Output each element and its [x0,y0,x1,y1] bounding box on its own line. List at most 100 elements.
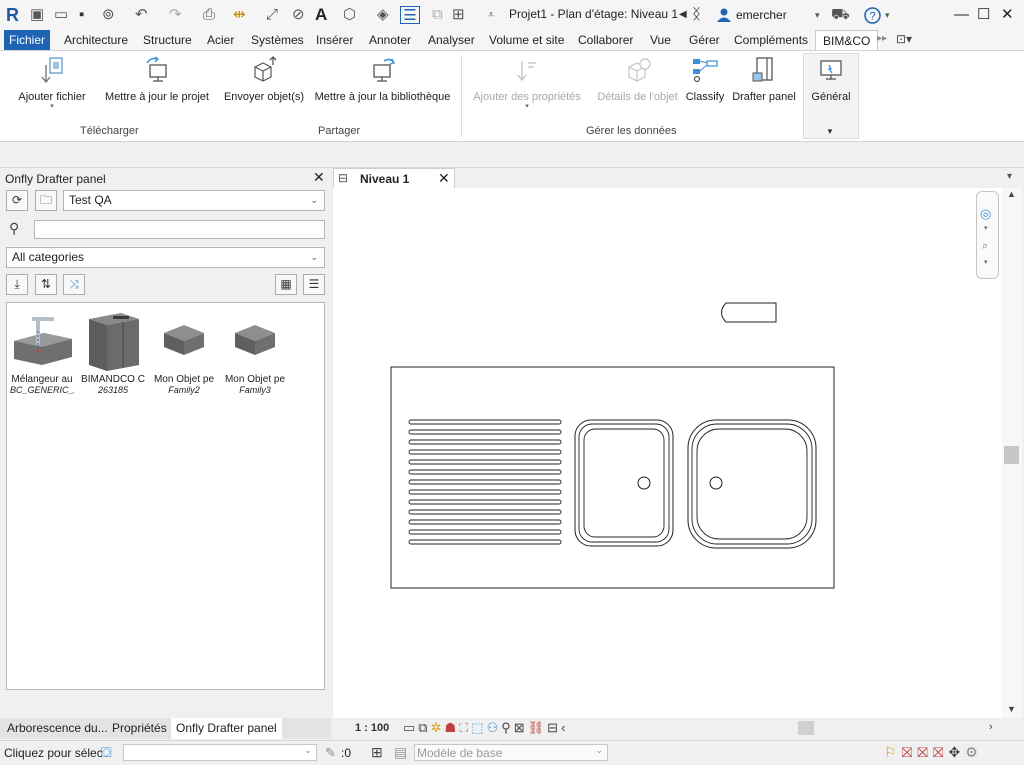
classify-button[interactable]: Classify [684,55,726,125]
tab-architecture[interactable]: Architecture [64,30,128,50]
scroll-right-icon[interactable]: › [989,721,993,733]
drag-on-select-icon[interactable]: ✥ [949,744,966,760]
section-icon[interactable]: ◈ [377,6,389,24]
analysis-icon[interactable]: ⊠ [514,720,528,735]
close-window-icon[interactable]: ✕ [1001,6,1014,24]
customize-qa-icon[interactable]: ⩡ [488,6,494,24]
sync-icon[interactable]: ⊚ [102,6,115,24]
maximize-icon[interactable]: ☐ [977,6,990,24]
revit-logo[interactable]: R [6,6,19,24]
steering-wheel-icon[interactable]: ◎ [980,206,991,222]
open-icon[interactable]: ▭ [54,6,68,24]
cart-icon[interactable]: ⛟ [831,6,850,24]
tab-collaborer[interactable]: Collaborer [578,30,633,50]
tab-volume-et-site[interactable]: Volume et site [489,30,564,50]
reveal-hidden-icon[interactable]: ⚲ [501,720,514,735]
panel-toggle-icon[interactable]: ⊡▾ [896,32,912,46]
print-icon[interactable]: ⎙ [203,6,215,24]
view-controls-overflow-icon[interactable]: ‹ [561,720,568,735]
download-button[interactable]: ⤓ [6,274,28,295]
general-expand-icon[interactable]: ▼ [826,127,834,136]
view-menu-icon[interactable]: ▾ [1007,171,1012,182]
view-tab-niveau-1[interactable]: ⊟ Niveau 1 ✕ [333,168,455,188]
tab-analyser[interactable]: Analyser [428,30,475,50]
object-tile[interactable]: Mon Objet pe Family2 [151,311,217,395]
mettre-a-jour-bibliotheque-button[interactable]: Mettre à jour la bibliothèque [309,55,456,125]
highlight-icon[interactable]: ⊟ [547,720,561,735]
3d-view-icon[interactable]: ⬡ [343,6,356,24]
zoom-dropdown-icon[interactable]: ▾ [984,258,988,266]
nav-dropdown-icon[interactable]: ▾ [984,224,988,232]
scroll-thumb[interactable] [1004,446,1019,464]
workset-select[interactable]: ⌄ [123,744,317,761]
thin-lines-icon[interactable]: ☰ [400,6,420,24]
object-tile[interactable]: BIMANDCO C 263185 [80,311,146,395]
help-dropdown-icon[interactable]: ▾ [885,6,890,24]
design-option-select[interactable]: Modèle de base ⌄ [414,744,608,761]
category-select[interactable]: All categories ⌄ [6,247,325,268]
list-view-button[interactable]: ☰ [303,274,325,295]
worksets-icon[interactable]: ⛋ [101,744,112,761]
general-button[interactable]: Général [806,55,856,125]
dimension-icon[interactable]: ⤢ [266,6,278,24]
tab-acier[interactable]: Acier [207,30,234,50]
close-panel-icon[interactable]: ✕ [313,169,325,186]
details-objet-button[interactable]: Détails de l'objet [593,55,682,125]
design-options-icon[interactable]: ⊞ [371,744,383,761]
close-view-icon[interactable]: ✕ [438,170,450,187]
horizontal-scroll-thumb[interactable] [798,721,814,735]
select-pinned-icon[interactable]: ⛝ [917,744,933,760]
ajouter-fichier-button[interactable]: Ajouter fichier ▾ [14,55,90,125]
tab-annoter[interactable]: Annoter [369,30,411,50]
tab-complements[interactable]: Compléments [734,30,808,50]
close-hidden-icon[interactable]: ⧉ [432,6,443,24]
sun-path-icon[interactable]: ✲ [431,720,445,735]
drawing-canvas[interactable]: ◎ ▾ ⌕ ▾ [333,188,1002,718]
object-tile[interactable]: Mélangeur au BC_GENERIC_A [9,311,75,395]
open-folder-button[interactable]: 🗀 [35,190,57,211]
tab-onfly-drafter-panel[interactable]: Onfly Drafter panel [171,718,282,739]
user-icon[interactable] [716,7,732,23]
tab-gerer[interactable]: Gérer [689,30,720,50]
tab-bimandco[interactable]: BIM&CO [815,30,879,50]
minimize-icon[interactable]: — [954,6,969,24]
measure-icon[interactable]: ⇹ [233,6,246,24]
ajouter-proprietes-button[interactable]: Ajouter des propriétés ▾ [469,55,585,125]
refresh-button[interactable]: ⟳ [6,190,28,211]
temporary-hide-icon[interactable]: ⚇ [487,720,502,735]
tab-overflow-icon[interactable]: ▸▸ [877,33,887,44]
filter-icon[interactable]: ⚙ [965,744,983,760]
search-input[interactable] [34,220,325,239]
object-tile[interactable]: Mon Objet pe Family3 [222,311,288,395]
drafter-panel-button[interactable]: Drafter panel [729,55,799,125]
tab-vue[interactable]: Vue [650,30,671,50]
text-tool-icon[interactable]: A [315,6,327,24]
switch-windows-icon[interactable]: ⊞ [452,6,465,24]
sort-button[interactable]: ⇅ [35,274,57,295]
place-object-button[interactable]: ⤨ [63,274,85,295]
scroll-down-icon[interactable]: ▼ [1007,704,1016,714]
tag-icon[interactable]: ⊘ [292,6,305,24]
user-name[interactable]: emercher [736,8,787,22]
undo-icon[interactable]: ↶ [135,6,148,24]
tab-structure[interactable]: Structure [143,30,192,50]
constraints-icon[interactable]: ⛓ [528,720,548,735]
help-icon[interactable]: ? [864,7,881,24]
tab-fichier[interactable]: Fichier [4,30,51,50]
grid-view-button[interactable]: ▦ [275,274,297,295]
scroll-up-icon[interactable]: ▲ [1007,189,1016,199]
tab-inserer[interactable]: Insérer [316,30,353,50]
select-by-face-icon[interactable]: ⛝ [933,744,949,760]
crop-view-icon[interactable]: ⛶ [459,720,471,735]
vertical-scrollbar[interactable]: ▲ ▼ [1002,188,1022,718]
project-select[interactable]: Test QA ⌄ [63,190,325,211]
envoyer-objets-button[interactable]: Envoyer objet(s) [222,55,306,125]
scale-value[interactable]: 1 : 100 [355,722,389,734]
save-icon[interactable]: ▪ [79,6,84,24]
visual-style-icon[interactable]: ⧉ [418,720,430,735]
select-underlay-icon[interactable]: ⛝ [902,744,918,760]
show-crop-icon[interactable]: ⬚ [471,720,486,735]
shadows-icon[interactable]: ☗ [445,720,460,735]
tab-proprietes[interactable]: Propriétés [112,721,167,735]
tab-arborescence[interactable]: Arborescence du... [7,721,108,735]
